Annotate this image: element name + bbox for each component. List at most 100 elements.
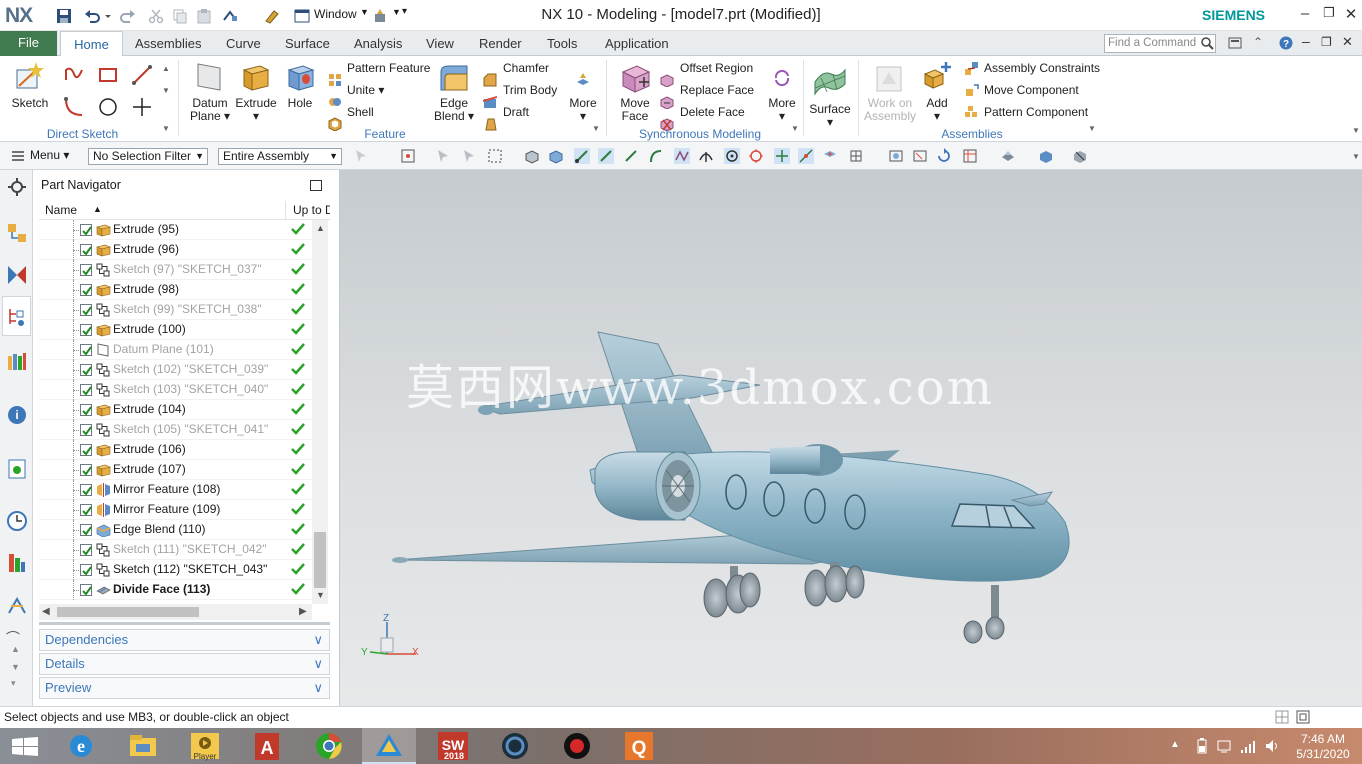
airplane-model[interactable] — [340, 170, 1362, 706]
feature-checkbox[interactable] — [80, 364, 92, 376]
resource-scroll-down-icon[interactable]: ▼ — [11, 662, 20, 672]
pattern-feature-icon[interactable] — [328, 73, 342, 87]
feature-row[interactable]: Extrude (96) — [39, 240, 312, 260]
arc-center-icon[interactable] — [698, 148, 714, 164]
snap-point-icon[interactable] — [400, 148, 416, 164]
feature-row[interactable]: Extrude (106) — [39, 440, 312, 460]
tab-curve[interactable]: Curve — [226, 31, 261, 56]
feature-checkbox[interactable] — [80, 584, 92, 596]
expand-chevron-icon[interactable]: ∨ — [313, 630, 323, 650]
feature-row[interactable]: Datum Plane (101) — [39, 340, 312, 360]
scroll-down-icon[interactable]: ▼ — [316, 590, 325, 600]
rendering-style-icon[interactable] — [1000, 148, 1016, 164]
chamfer-icon[interactable] — [483, 73, 497, 87]
resource-bar-more-icon[interactable]: ▾ — [11, 678, 16, 689]
vertical-scroll-thumb[interactable] — [314, 532, 326, 588]
feature-checkbox[interactable] — [80, 324, 92, 336]
constraint-navigator-icon[interactable] — [6, 264, 28, 286]
solid-body-filter-icon[interactable] — [524, 148, 540, 164]
add-component-icon[interactable] — [922, 60, 954, 92]
feature-row[interactable]: Mirror Feature (109) — [39, 500, 312, 520]
sheet-body-filter-icon[interactable] — [548, 148, 564, 164]
horizontal-scroll-thumb[interactable] — [57, 607, 199, 617]
dependencies-panel[interactable]: Dependencies ∨ — [39, 629, 330, 651]
column-name-header[interactable]: Name — [45, 203, 77, 217]
sync-more-button[interactable]: More ▾ — [762, 97, 802, 123]
datum-plane-button[interactable]: Datum Plane ▾ — [186, 97, 234, 123]
assemblies-group-dropdown-icon[interactable]: ▼ — [1088, 124, 1096, 133]
feature-checkbox[interactable] — [80, 224, 92, 236]
assembly-constraints-icon[interactable] — [964, 61, 979, 76]
bounded-grid-point-icon[interactable] — [848, 148, 864, 164]
sync-group-dropdown-icon[interactable]: ▼ — [791, 124, 799, 133]
sort-ascending-icon[interactable]: ▲ — [93, 204, 102, 214]
toolbar-options-icon[interactable]: ▼ — [1352, 152, 1360, 161]
feature-checkbox[interactable] — [80, 404, 92, 416]
maximize-navigator-icon[interactable] — [310, 180, 322, 191]
orient-view-icon[interactable] — [962, 148, 978, 164]
keyshot-icon[interactable] — [492, 730, 538, 762]
doc-minimize-icon[interactable]: – — [1302, 33, 1310, 49]
feature-checkbox[interactable] — [80, 504, 92, 516]
status-grid-icon[interactable] — [1275, 710, 1289, 724]
feature-row[interactable]: Mirror Feature (108) — [39, 480, 312, 500]
ribbon-expand-icon[interactable]: ▼ — [1352, 126, 1360, 135]
mid-point-icon[interactable] — [623, 148, 639, 164]
pattern-component-icon[interactable] — [964, 105, 979, 120]
feature-row[interactable]: Extrude (100) — [39, 320, 312, 340]
point-on-curve-icon[interactable] — [798, 148, 814, 164]
tab-tools[interactable]: Tools — [547, 31, 577, 56]
screen-recorder-icon[interactable] — [554, 730, 600, 762]
vertical-scrollbar[interactable]: ▲ ▼ — [312, 220, 328, 604]
preview-panel[interactable]: Preview ∨ — [39, 677, 330, 699]
move-face-icon[interactable] — [619, 60, 653, 94]
scroll-up-icon[interactable]: ▲ — [316, 223, 325, 233]
shell-button[interactable]: Shell — [347, 105, 374, 119]
reuse-library-icon[interactable] — [6, 350, 28, 372]
battery-icon[interactable] — [1196, 738, 1208, 754]
doc-restore-icon[interactable]: ❐ — [1321, 35, 1332, 49]
full-screen-icon[interactable] — [1296, 710, 1310, 724]
windows-start-icon[interactable] — [12, 737, 38, 757]
menu-button[interactable]: Menu ▾ — [30, 148, 69, 162]
trim-body-icon[interactable] — [483, 95, 497, 109]
show-hide-icon[interactable] — [1072, 148, 1088, 164]
network-icon[interactable] — [1216, 738, 1232, 754]
tab-assemblies[interactable]: Assemblies — [135, 31, 201, 56]
fillet-icon[interactable] — [63, 96, 85, 118]
select-faces-icon[interactable] — [436, 148, 452, 164]
profile-icon[interactable] — [63, 64, 85, 86]
selection-filter-select[interactable]: No Selection Filter ▼ — [88, 148, 208, 165]
control-point-icon[interactable] — [648, 148, 664, 164]
horizontal-scrollbar[interactable]: ◀ ▶ — [39, 604, 312, 620]
help-icon[interactable]: ? — [1279, 36, 1293, 50]
tab-render[interactable]: Render — [479, 31, 522, 56]
rotate-icon[interactable] — [936, 148, 952, 164]
feature-checkbox[interactable] — [80, 384, 92, 396]
q-app-icon[interactable]: Q — [616, 730, 662, 762]
pattern-feature-button[interactable]: Pattern Feature — [347, 61, 430, 75]
tab-file[interactable]: File — [0, 31, 57, 56]
feature-row[interactable]: Sketch (112) "SKETCH_043" — [39, 560, 312, 580]
tab-view[interactable]: View — [426, 31, 454, 56]
gallery-more-icon[interactable]: ▼ — [162, 124, 170, 133]
feature-checkbox[interactable] — [80, 564, 92, 576]
settings-gear-icon[interactable] — [6, 176, 28, 198]
surface-button[interactable]: Surface ▾ — [806, 103, 854, 129]
acrobat-icon[interactable]: A — [244, 730, 290, 762]
offset-region-icon[interactable] — [660, 73, 674, 87]
selection-scope-select[interactable]: Entire Assembly ▼ — [218, 148, 342, 165]
tab-application[interactable]: Application — [605, 31, 669, 56]
wifi-signal-icon[interactable] — [1240, 738, 1256, 754]
move-component-icon[interactable] — [964, 83, 979, 98]
rectangle-select-icon[interactable] — [487, 148, 503, 164]
feature-checkbox[interactable] — [80, 244, 92, 256]
extrude-icon[interactable] — [240, 60, 272, 92]
resource-scroll-up-icon[interactable]: ▲ — [11, 644, 20, 654]
feature-checkbox[interactable] — [80, 444, 92, 456]
feature-checkbox[interactable] — [80, 544, 92, 556]
feature-row[interactable]: Sketch (111) "SKETCH_042" — [39, 540, 312, 560]
chamfer-button[interactable]: Chamfer — [503, 61, 549, 75]
feature-checkbox[interactable] — [80, 304, 92, 316]
feature-row[interactable]: Extrude (104) — [39, 400, 312, 420]
